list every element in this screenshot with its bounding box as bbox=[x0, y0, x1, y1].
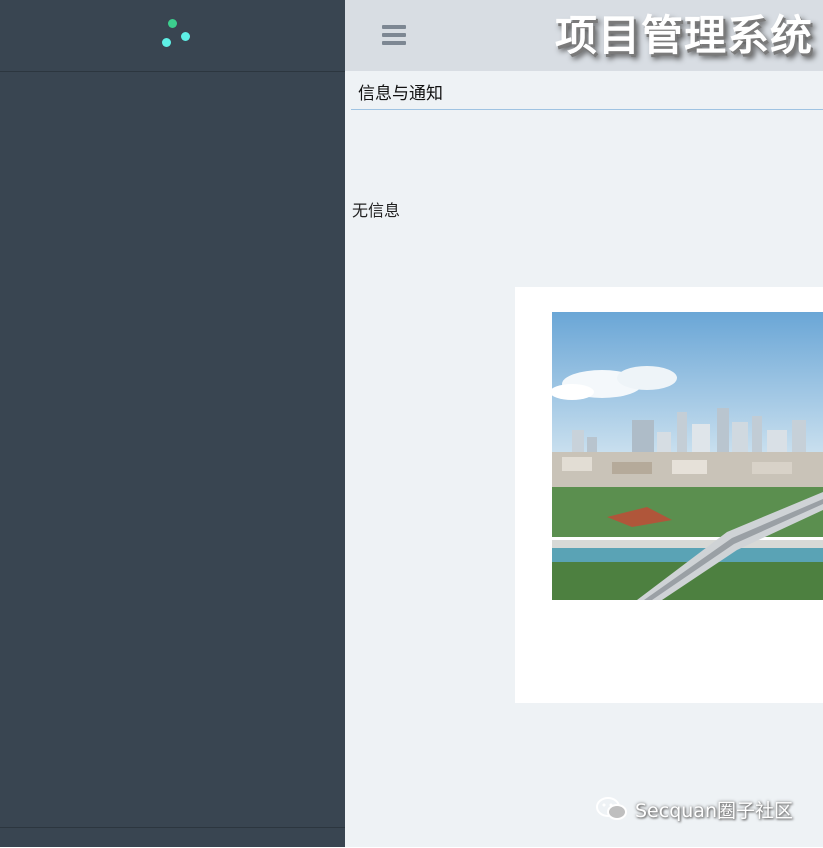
panel-header: 信息与通知 bbox=[351, 80, 823, 110]
hamburger-menu-icon[interactable] bbox=[382, 25, 406, 47]
logo-dot bbox=[181, 32, 190, 41]
sidebar-logo-area bbox=[0, 0, 345, 72]
city-photo bbox=[552, 312, 823, 600]
image-card bbox=[515, 287, 823, 703]
panel-title: 信息与通知 bbox=[358, 84, 443, 104]
sidebar-footer bbox=[0, 827, 345, 848]
top-bar: 项目管理系统 bbox=[345, 0, 823, 71]
sidebar bbox=[0, 0, 345, 847]
logo-dot bbox=[162, 38, 171, 47]
logo-dot bbox=[168, 19, 177, 28]
empty-message: 无信息 bbox=[352, 201, 401, 220]
watermark: Secquan圈子社区 bbox=[595, 795, 793, 823]
main-content: 项目管理系统 信息与通知 无信息 Secquan圈子社区 bbox=[345, 0, 823, 847]
app-title: 项目管理系统 bbox=[554, 11, 813, 60]
watermark-text: Secquan圈子社区 bbox=[635, 799, 793, 822]
wechat-icon bbox=[596, 797, 627, 820]
